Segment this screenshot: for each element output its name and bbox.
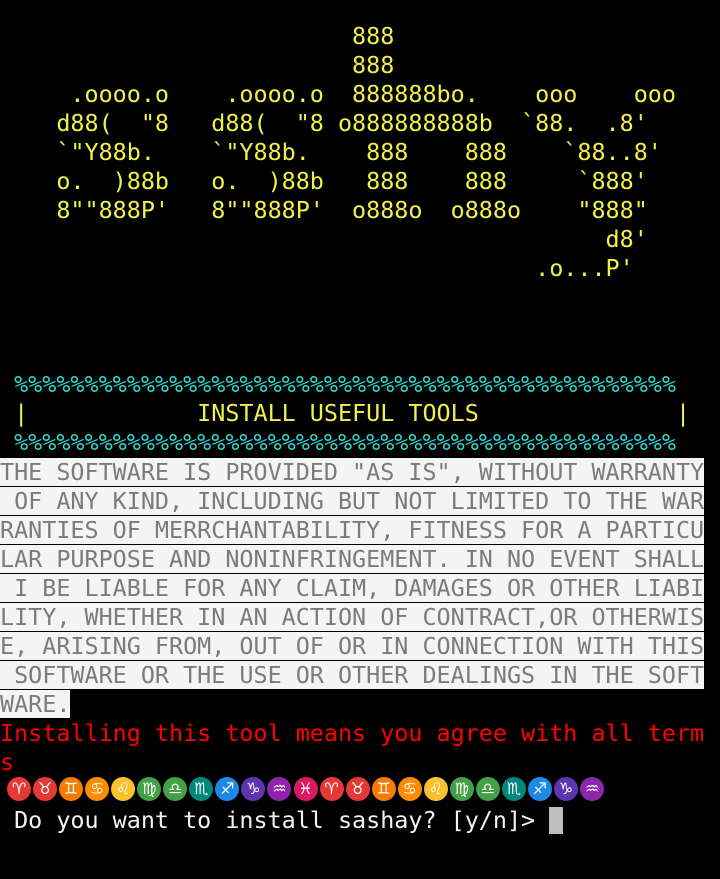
scorpio-icon: ♏ [501, 777, 526, 801]
taurus-icon: ♉ [345, 777, 370, 801]
banner-line: d8' [0, 225, 648, 253]
license-line: SOFTWARE OR THE USE OR OTHER DEALINGS IN… [0, 661, 705, 689]
banner-line: o. )88b o. )88b 888 888 `888' [0, 167, 648, 195]
banner-line: `"Y88b. `"Y88b. 888 888 `88..8' [0, 138, 662, 166]
license-line: THE SOFTWARE IS PROVIDED "AS IS", WITHOU… [0, 458, 705, 486]
aries-icon: ♈ [7, 777, 31, 801]
banner-line: .oooo.o .oooo.o 888888bo. ooo ooo [0, 80, 676, 108]
virgo-icon: ♍ [137, 777, 162, 801]
gemini-icon: ♊ [371, 777, 396, 801]
warning-line: Installing this tool means you agree wit… [0, 719, 705, 747]
capricorn-icon: ♑ [553, 777, 578, 801]
cancer-icon: ♋ [85, 777, 110, 801]
capricorn-icon: ♑ [241, 777, 266, 801]
license-line: WARE. [0, 690, 71, 718]
scorpio-icon: ♏ [189, 777, 214, 801]
license-line: E, ARISING FROM, OUT OF OR IN CONNECTION… [0, 632, 705, 660]
banner-line: 888 [0, 22, 395, 50]
license-line: LAR PURPOSE AND NONINFRINGEMENT. IN NO E… [0, 545, 705, 573]
install-prompt[interactable]: Do you want to install sashay? [y/n]> [0, 806, 564, 835]
banner-line: .o...P' [0, 254, 634, 282]
license-line: LITY, WHETHER IN AN ACTION OF CONTRACT,O… [0, 603, 705, 631]
terminal-window: 888 888 .oooo.o .oooo.o 888888bo. ooo oo… [0, 0, 720, 879]
gemini-icon: ♊ [59, 777, 84, 801]
frame-title: | INSTALL USEFUL TOOLS | [0, 399, 691, 427]
aquarius-icon: ♒ [580, 777, 605, 801]
license-line: RANTIES OF MERRCHANTABILITY, FITNESS FOR… [0, 516, 705, 544]
virgo-icon: ♍ [449, 777, 474, 801]
aquarius-icon: ♒ [267, 777, 292, 801]
frame-bottom-border: %%%%%%%%%%%%%%%%%%%%%%%%%%%%%%%%%%%%%%%%… [0, 428, 676, 456]
banner-line: 888 [0, 51, 395, 79]
license-line: OF ANY KIND, INCLUDING BUT NOT LIMITED T… [0, 487, 705, 515]
license-line: I BE LIABLE FOR ANY CLAIM, DAMAGES OR OT… [0, 574, 705, 602]
banner-line: d88( "8 d88( "8 o888888888b `88. .8' [0, 109, 648, 137]
sagittarius-icon: ♐ [527, 777, 552, 801]
aries-icon: ♈ [319, 777, 344, 801]
leo-icon: ♌ [111, 777, 136, 801]
pisces-icon: ♓ [293, 777, 318, 801]
libra-icon: ♎ [163, 777, 188, 801]
taurus-icon: ♉ [33, 777, 58, 801]
text-cursor[interactable] [549, 807, 564, 834]
frame-top-border: %%%%%%%%%%%%%%%%%%%%%%%%%%%%%%%%%%%%%%%%… [0, 370, 676, 398]
prompt-text: Do you want to install sashay? [y/n]> [0, 806, 550, 834]
leo-icon: ♌ [423, 777, 448, 801]
cancer-icon: ♋ [397, 777, 422, 801]
zodiac-emoji-row: ♈ ♉ ♊ ♋ ♌ ♍ ♎ ♏ ♐ ♑ ♒ ♓ ♈ ♉ ♊ ♋ ♌ ♍ ♎ ♏ ♐ ♑ ♒ [7, 777, 606, 801]
libra-icon: ♎ [475, 777, 500, 801]
warning-line: s [0, 748, 15, 776]
sagittarius-icon: ♐ [215, 777, 240, 801]
banner-line: 8""888P' 8""888P' o888o o888o "888" [0, 196, 648, 224]
